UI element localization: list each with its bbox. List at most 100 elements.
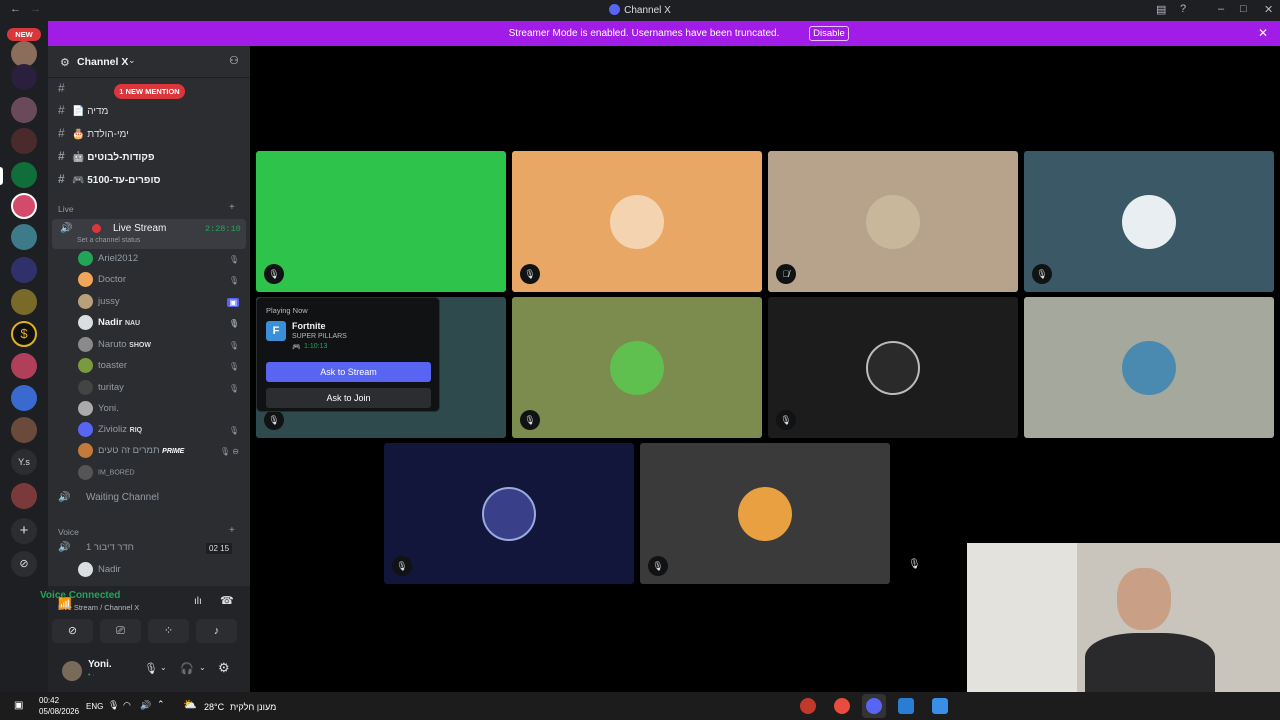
add-channel-icon[interactable]: +: [229, 525, 235, 536]
participant-tile[interactable]: 🎙: [640, 443, 890, 584]
channel-status[interactable]: Set a channel status: [77, 237, 140, 244]
voice-connected-subtitle[interactable]: Live Stream / Channel X: [58, 603, 139, 612]
soundboard-button[interactable]: ♪: [196, 619, 237, 643]
settings-gear-icon[interactable]: ⚙: [218, 660, 230, 676]
voice-channel[interactable]: 🔊 חדר דיבור 1 02 15: [58, 542, 244, 560]
weather-text[interactable]: מעונן חלקית: [230, 702, 276, 712]
server-icon[interactable]: [11, 289, 37, 315]
wifi-icon[interactable]: ◠: [123, 700, 131, 711]
discover-icon[interactable]: ⊘: [11, 551, 37, 577]
voice-user[interactable]: Ariel2012 🎙: [78, 251, 243, 271]
server-icon[interactable]: $: [11, 321, 37, 347]
participant-tile[interactable]: 🎙: [512, 151, 762, 292]
maximize-icon[interactable]: □: [1240, 3, 1247, 15]
mic-icon: 🎙: [264, 410, 284, 430]
voice-user[interactable]: Doctor 🎙: [78, 272, 243, 292]
volume-icon[interactable]: 🔊: [140, 700, 151, 711]
show-desktop-icon[interactable]: ▣: [14, 700, 23, 711]
server-icon-active[interactable]: [11, 193, 37, 219]
voice-user[interactable]: Nadir NAU 🎙: [78, 315, 243, 335]
screen-share-button[interactable]: ⎚: [100, 619, 141, 643]
voice-user[interactable]: Naruto SHOW 🎙: [78, 337, 243, 357]
server-icon[interactable]: [11, 483, 37, 509]
voice-user[interactable]: Zivioliz RIQ 🎙: [78, 422, 243, 442]
disable-button[interactable]: Disable: [809, 26, 849, 41]
weather-temp[interactable]: 28°C: [204, 702, 224, 712]
participant-tile[interactable]: 🎙: [384, 443, 634, 584]
waiting-channel[interactable]: 🔊 Waiting Channel: [58, 492, 244, 510]
weather-icon[interactable]: ⛅: [183, 698, 197, 711]
voice-user[interactable]: IM_BORED: [78, 465, 243, 485]
clock-date[interactable]: 05/08/2026: [39, 707, 79, 716]
category-voice[interactable]: Voice: [58, 527, 79, 537]
mic-icon[interactable]: 🎙: [108, 700, 119, 711]
chevron-down-icon[interactable]: ⌄: [199, 663, 206, 672]
avatar[interactable]: [62, 661, 82, 681]
outlook-icon[interactable]: [898, 698, 914, 714]
channel-name: חדר דיבור 1: [86, 542, 134, 553]
server-icon[interactable]: [11, 224, 37, 250]
server-icon[interactable]: Y.s: [11, 449, 37, 475]
server-icon[interactable]: [11, 353, 37, 379]
ask-to-stream-button[interactable]: Ask to Stream: [266, 362, 431, 382]
camera-button[interactable]: ⊘: [52, 619, 93, 643]
microphone-icon[interactable]: 🎙: [144, 662, 158, 675]
server-icon[interactable]: [11, 128, 37, 154]
voice-user[interactable]: Nadir: [78, 562, 243, 582]
live-stream-channel[interactable]: 🔊 Live Stream 2:28:10 Set a channel stat…: [52, 219, 246, 249]
live-dot-icon: [92, 224, 101, 233]
close-icon[interactable]: ✕: [1258, 26, 1268, 40]
participant-tile[interactable]: 🎙: [768, 297, 1018, 438]
inbox-icon[interactable]: ▤: [1156, 3, 1166, 16]
add-channel-icon[interactable]: +: [229, 202, 235, 213]
close-window-icon[interactable]: ✕: [1264, 3, 1273, 16]
avatar: [78, 443, 93, 458]
activities-button[interactable]: ⁘: [148, 619, 189, 643]
mic-icon: 🎙: [908, 559, 921, 570]
avatar: [866, 341, 920, 395]
headphones-icon[interactable]: 🎧: [180, 662, 194, 675]
channel-item[interactable]: #: [58, 81, 244, 99]
add-member-icon[interactable]: ⚇: [229, 54, 239, 67]
server-icon[interactable]: [11, 64, 37, 90]
channel-item[interactable]: # 🎂 ימי-הולדת: [58, 126, 244, 144]
current-user-status: • ·: [88, 672, 95, 679]
participant-tile[interactable]: 🎙: [256, 151, 506, 292]
discord-taskbar-icon[interactable]: [866, 698, 882, 714]
voice-user[interactable]: toaster 🎙: [78, 358, 243, 378]
store-icon[interactable]: [932, 698, 948, 714]
participant-tile[interactable]: 🎙: [512, 297, 762, 438]
participant-tile[interactable]: 🎙̸: [768, 151, 1018, 292]
chevron-down-icon[interactable]: ⌄: [160, 663, 167, 672]
participant-tile[interactable]: 🎙: [1024, 151, 1274, 292]
language-indicator[interactable]: ENG: [86, 702, 103, 711]
chrome-icon[interactable]: [834, 698, 850, 714]
clock-time[interactable]: 00:42: [39, 696, 59, 705]
server-icon[interactable]: [11, 385, 37, 411]
category-live[interactable]: Live: [58, 204, 74, 214]
avatar: [78, 401, 93, 416]
ask-to-join-button[interactable]: Ask to Join: [266, 388, 431, 408]
voice-connected-title[interactable]: Voice Connected: [40, 590, 120, 601]
server-icon[interactable]: [11, 417, 37, 443]
channel-item[interactable]: # 🤖 פקודות-לבוטים: [58, 149, 244, 167]
voice-user[interactable]: Yoni.: [78, 401, 243, 421]
app-icon[interactable]: [800, 698, 816, 714]
guild-header[interactable]: ⚙ Channel X ⌄ ⚇: [48, 46, 250, 78]
server-icon[interactable]: [11, 97, 37, 123]
add-server-icon[interactable]: +: [11, 518, 37, 544]
voice-user[interactable]: jussy ▣: [78, 294, 243, 314]
channel-name: פקודות-לבוטים: [87, 152, 155, 163]
noise-suppression-icon[interactable]: ılı: [194, 596, 202, 607]
minimize-icon[interactable]: –: [1218, 3, 1224, 15]
chevron-up-icon[interactable]: ⌃: [157, 699, 165, 710]
channel-item[interactable]: # 📄 מדיה: [58, 103, 244, 121]
help-icon[interactable]: ?: [1180, 3, 1186, 15]
server-icon[interactable]: [11, 257, 37, 283]
voice-user[interactable]: תמרים זה טעים PRIME 🎙 ⊖: [78, 443, 243, 463]
server-icon[interactable]: [11, 162, 37, 188]
participant-tile[interactable]: [1024, 297, 1274, 438]
channel-item[interactable]: # 🎮 5100-סופרים-עד: [58, 172, 244, 190]
voice-user[interactable]: turitay 🎙: [78, 380, 243, 400]
disconnect-icon[interactable]: ☎: [220, 594, 234, 607]
